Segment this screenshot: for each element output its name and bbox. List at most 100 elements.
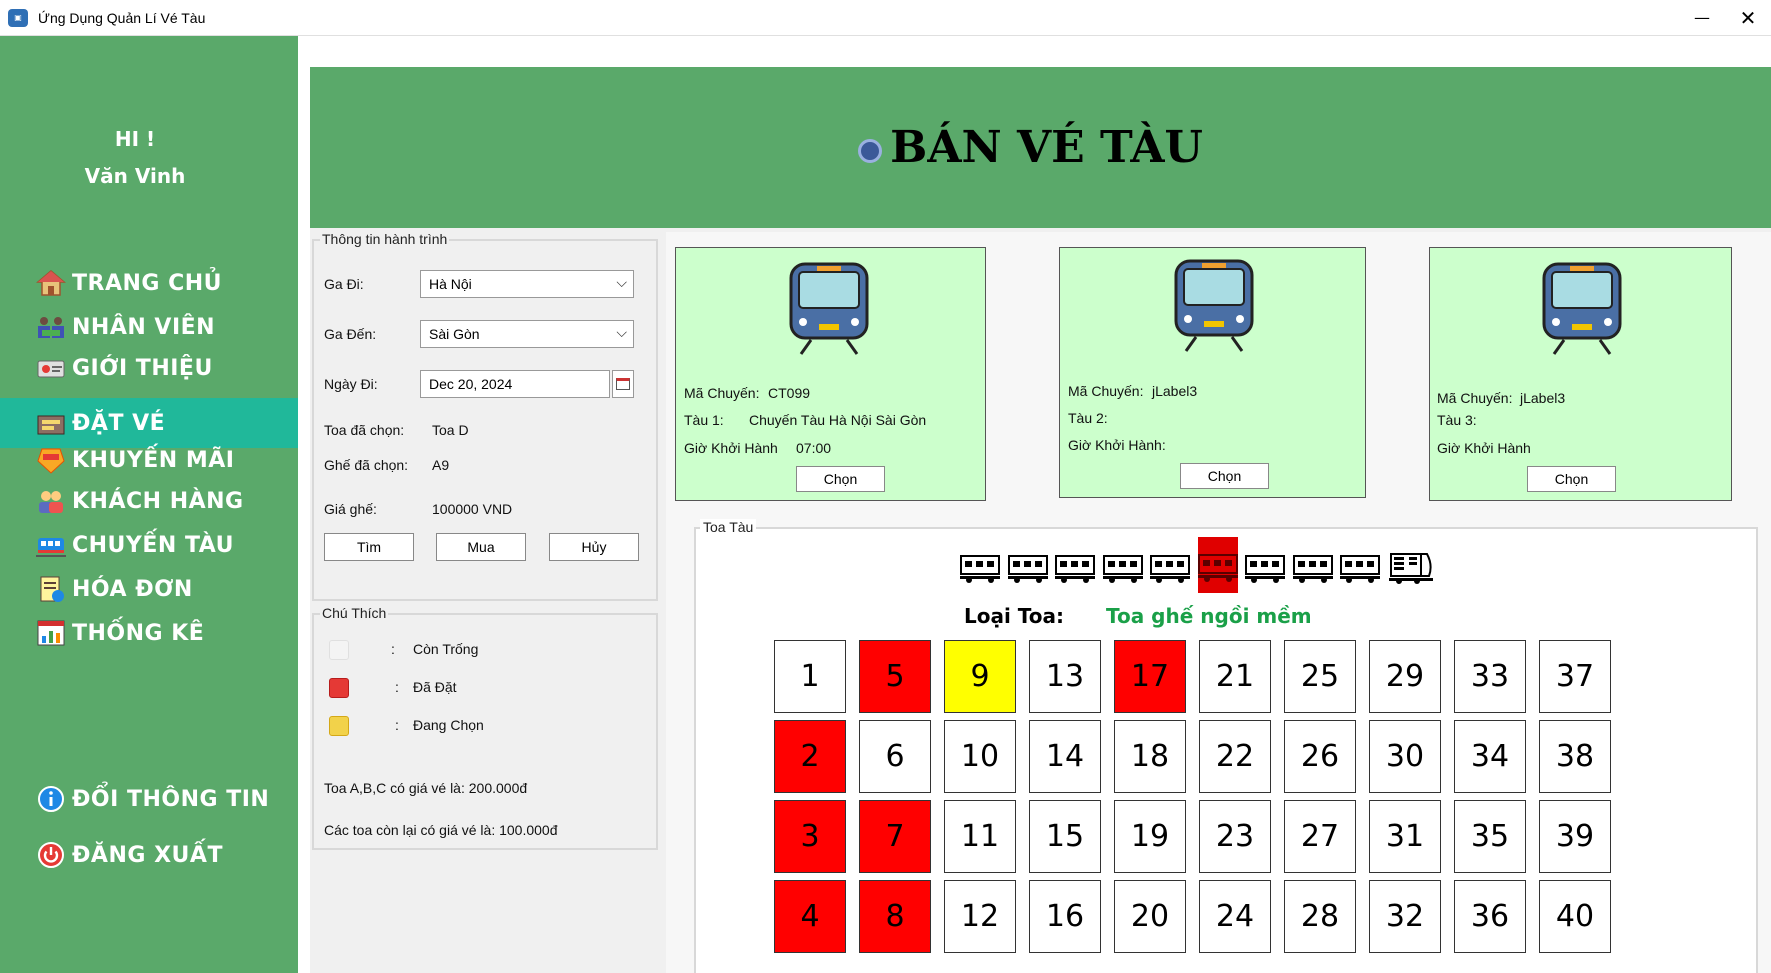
legend-panel: Chú Thích [312, 605, 658, 850]
car-value: Toa D [432, 422, 469, 438]
statistics-icon [34, 617, 68, 649]
seat-24[interactable]: 24 [1199, 880, 1271, 953]
carriage-panel-legend: Toa Tàu [700, 519, 757, 535]
trip3-time-label: Giờ Khởi Hành [1437, 440, 1531, 456]
trip1-choose-button[interactable]: Chọn [796, 466, 885, 492]
seat-19[interactable]: 19 [1114, 800, 1186, 873]
clock-icon [858, 138, 883, 163]
legend-selecting-swatch [329, 716, 349, 736]
seat-30[interactable]: 30 [1369, 720, 1441, 793]
sidebar-item-label: TRANG CHỦ [72, 270, 223, 296]
seat-5[interactable]: 5 [859, 640, 931, 713]
sidebar-item-gioi-thieu[interactable]: GIỚI THIỆU [0, 343, 298, 393]
carriage-6[interactable] [1197, 537, 1238, 593]
close-button[interactable]: ✕ [1725, 0, 1771, 36]
trip3-code-label: Mã Chuyến: [1437, 390, 1513, 406]
seat-9[interactable]: 9 [944, 640, 1016, 713]
seat-29[interactable]: 29 [1369, 640, 1441, 713]
seat-1[interactable]: 1 [774, 640, 846, 713]
trip3-choose-button[interactable]: Chọn [1527, 466, 1616, 492]
home-icon [34, 267, 68, 299]
carriage-4[interactable] [1102, 546, 1143, 586]
sidebar-item-chuyen-tau[interactable]: CHUYẾN TÀU [0, 520, 298, 570]
carriage-3[interactable] [1055, 546, 1095, 586]
seat-37[interactable]: 37 [1539, 640, 1611, 713]
seat-34[interactable]: 34 [1454, 720, 1526, 793]
seat-16[interactable]: 16 [1029, 880, 1101, 953]
seat-6[interactable]: 6 [859, 720, 931, 793]
seat-36[interactable]: 36 [1454, 880, 1526, 953]
seat-8[interactable]: 8 [859, 880, 931, 953]
trip3-code-value: jLabel3 [1520, 390, 1566, 406]
page-title: BÁN VÉ TÀU [890, 122, 1203, 173]
legend-booked-swatch [329, 678, 349, 698]
date-label: Ngày Đi: [324, 376, 378, 392]
seat-13[interactable]: 13 [1029, 640, 1101, 713]
minimize-button[interactable]: — [1679, 0, 1725, 36]
seat-11[interactable]: 11 [944, 800, 1016, 873]
seat-35[interactable]: 35 [1454, 800, 1526, 873]
sidebar-item-khach-hang[interactable]: KHÁCH HÀNG [0, 476, 298, 526]
seat-27[interactable]: 27 [1284, 800, 1356, 873]
seat-26[interactable]: 26 [1284, 720, 1356, 793]
seat-3[interactable]: 3 [774, 800, 846, 873]
seat-33[interactable]: 33 [1454, 640, 1526, 713]
seat-22[interactable]: 22 [1199, 720, 1271, 793]
trip3-train-label: Tàu 3: [1437, 412, 1477, 428]
seat-40[interactable]: 40 [1539, 880, 1611, 953]
cancel-button[interactable]: Hủy [549, 533, 639, 561]
carriage-8[interactable] [1292, 546, 1333, 586]
carriage-icon [1102, 555, 1143, 583]
carriage-9[interactable] [1340, 546, 1380, 586]
sidebar-item-trang-chu[interactable]: TRANG CHỦ [0, 258, 298, 308]
carriage-5[interactable] [1150, 546, 1190, 586]
seat-28[interactable]: 28 [1284, 880, 1356, 953]
seat-2[interactable]: 2 [774, 720, 846, 793]
to-label: Ga Đến: [324, 326, 377, 342]
buy-button[interactable]: Mua [436, 533, 526, 561]
from-select-value: Hà Nội [429, 276, 472, 292]
carriage-1[interactable] [960, 546, 1000, 586]
locomotive-icon[interactable] [1389, 546, 1433, 586]
legend-empty-swatch [329, 640, 349, 660]
calendar-button[interactable] [612, 370, 634, 398]
train-icon [34, 529, 68, 561]
seat-31[interactable]: 31 [1369, 800, 1441, 873]
seat-15[interactable]: 15 [1029, 800, 1101, 873]
train-front-icon [789, 262, 869, 355]
seat-18[interactable]: 18 [1114, 720, 1186, 793]
seat-value: A9 [432, 457, 450, 473]
seat-21[interactable]: 21 [1199, 640, 1271, 713]
trip2-choose-button[interactable]: Chọn [1180, 463, 1269, 489]
carriage-7[interactable] [1245, 546, 1285, 586]
seat-23[interactable]: 23 [1199, 800, 1271, 873]
seat-39[interactable]: 39 [1539, 800, 1611, 873]
search-button[interactable]: Tìm [324, 533, 414, 561]
sidebar-item-hoa-don[interactable]: HÓA ĐƠN [0, 564, 298, 614]
sidebar-item-label: CHUYẾN TÀU [72, 532, 234, 558]
change-info-button[interactable]: ĐỔI THÔNG TIN [0, 774, 298, 824]
logout-button[interactable]: ĐĂNG XUẤT [0, 830, 298, 880]
seat-25[interactable]: 25 [1284, 640, 1356, 713]
carriage-2[interactable] [1007, 546, 1048, 586]
legend-panel-title: Chú Thích [320, 605, 389, 621]
seat-17[interactable]: 17 [1114, 640, 1186, 713]
to-select[interactable]: Sài Gòn ⌵ [420, 320, 634, 348]
seat-20[interactable]: 20 [1114, 880, 1186, 953]
sale-icon [34, 444, 68, 476]
legend-selecting-label: Đang Chọn [413, 717, 484, 733]
from-label: Ga Đi: [324, 276, 364, 292]
carriage-icon [1340, 555, 1380, 583]
seat-14[interactable]: 14 [1029, 720, 1101, 793]
sidebar-item-thong-ke[interactable]: THỐNG KÊ [0, 608, 298, 658]
seat-7[interactable]: 7 [859, 800, 931, 873]
main-top-strip [298, 36, 1771, 67]
seat-4[interactable]: 4 [774, 880, 846, 953]
seat-32[interactable]: 32 [1369, 880, 1441, 953]
sidebar-item-label: THỐNG KÊ [72, 620, 205, 646]
seat-10[interactable]: 10 [944, 720, 1016, 793]
date-field[interactable]: Dec 20, 2024 [420, 370, 610, 398]
seat-12[interactable]: 12 [944, 880, 1016, 953]
seat-38[interactable]: 38 [1539, 720, 1611, 793]
from-select[interactable]: Hà Nội ⌵ [420, 270, 634, 298]
